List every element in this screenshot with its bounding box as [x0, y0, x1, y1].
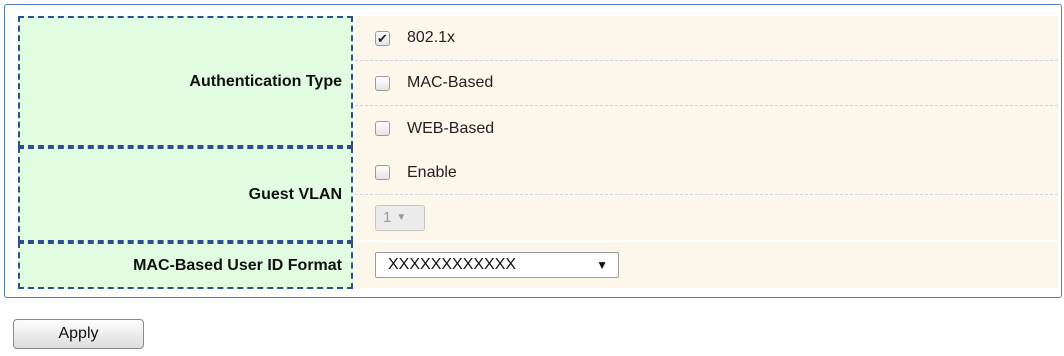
auth-8021x-checkbox[interactable]: ✔ — [375, 30, 390, 46]
auth-web-label: WEB-Based — [407, 119, 495, 137]
auth-type-option-mac[interactable]: MAC-Based — [355, 61, 1058, 106]
auth-type-option-web[interactable]: WEB-Based — [355, 106, 1058, 151]
auth-type-option-8021x[interactable]: ✔ 802.1x — [355, 16, 1058, 61]
guest-vlan-enable-checkbox[interactable] — [375, 165, 390, 180]
auth-mac-checkbox[interactable] — [375, 75, 390, 91]
guest-vlan-values: Enable 1 ▼ — [355, 151, 1058, 240]
auth-web-checkbox[interactable] — [375, 121, 390, 136]
guest-vlan-select[interactable]: 1 ▼ — [375, 204, 425, 231]
chevron-down-icon: ▼ — [596, 258, 608, 272]
chevron-down-icon: ▼ — [396, 212, 407, 223]
guest-vlan-label: Guest VLAN — [248, 185, 342, 203]
mac-format-row: XXXXXXXXXXXX ▼ — [355, 242, 1058, 288]
guest-vlan-label-cell: Guest VLAN — [18, 147, 353, 242]
mac-format-value: XXXXXXXXXXXX — [388, 256, 517, 273]
auth-type-values: ✔ 802.1x MAC-Based WEB-Based — [355, 16, 1058, 151]
guest-vlan-select-row: 1 ▼ — [355, 195, 1058, 240]
guest-vlan-enable-label: Enable — [407, 163, 457, 181]
apply-button[interactable]: Apply — [13, 319, 144, 349]
auth-type-label: Authentication Type — [189, 72, 342, 90]
guest-vlan-value: 1 — [383, 209, 392, 226]
check-icon: ✔ — [377, 30, 388, 46]
mac-format-label: MAC-Based User ID Format — [133, 256, 342, 274]
auth-mac-label: MAC-Based — [407, 74, 494, 91]
guest-vlan-enable-row[interactable]: Enable — [355, 151, 1058, 195]
mac-format-values: XXXXXXXXXXXX ▼ — [355, 242, 1058, 288]
settings-form: Authentication Type ✔ 802.1x MAC-Based W… — [4, 4, 1062, 298]
auth-type-label-cell: Authentication Type — [18, 16, 353, 147]
mac-format-select[interactable]: XXXXXXXXXXXX ▼ — [375, 252, 619, 278]
auth-8021x-label: 802.1x — [407, 29, 456, 46]
mac-format-label-cell: MAC-Based User ID Format — [18, 242, 353, 289]
